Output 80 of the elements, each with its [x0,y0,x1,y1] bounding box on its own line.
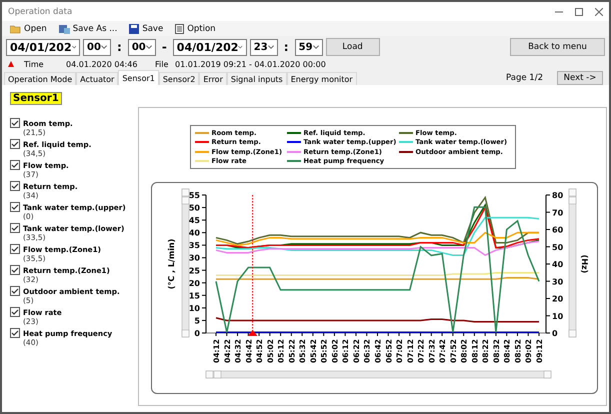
tab[interactable]: Actuator [76,72,118,85]
date-dropdown[interactable]: 04/01/202 [172,38,247,56]
caret-icon [100,45,107,49]
tick-label: 30 [188,254,200,263]
toolbar-button[interactable]: Save As ... [56,24,120,34]
next-button[interactable]: Next -> [557,70,603,84]
document-icon [175,24,184,34]
section-title: Sensor1 [10,92,62,105]
date-dropdown[interactable]: 04/01/202 [6,38,80,56]
tick-label: 70 [552,208,564,218]
info-value: 04.01.2020 04:46 [66,60,138,68]
tick-label: 40 [552,260,564,269]
toolbar-button[interactable]: Option [173,24,218,34]
window-title: Operation data [8,6,72,16]
tick-label: 60 [552,226,564,234]
caret-icon [268,45,274,49]
separator-text: : [282,40,290,54]
tick-label: 55 [188,191,200,200]
minute-dropdown[interactable]: 59 [294,38,323,56]
caret-icon [312,45,319,49]
checkbox[interactable] [10,265,20,275]
maximize-icon[interactable] [575,8,583,16]
checkbox[interactable] [10,223,20,233]
tab[interactable]: Error [199,72,227,85]
scrollbar[interactable] [182,188,190,338]
checkbox[interactable] [10,160,20,170]
tick-label: 80 [552,191,564,200]
tick-label: 40 [188,228,200,238]
axis-title: (°C , L/min) [167,238,176,290]
caret-icon [146,45,152,49]
checkbox[interactable] [10,118,20,128]
scrollbar[interactable] [568,188,576,338]
tick-label: 20 [552,294,564,304]
time-cursor[interactable] [248,194,258,336]
tick-label: 5 [194,316,200,326]
toolbar-button[interactable]: Save [127,24,166,34]
scrollbar[interactable] [206,370,552,378]
tab[interactable]: Energy monitor [286,72,357,85]
floppy-icon [129,24,140,34]
checkbox[interactable] [10,181,20,191]
tick-label: 30 [552,277,564,286]
tick-label: 10 [552,312,564,321]
tab[interactable]: Operation Mode [4,72,76,85]
tick-label: 50 [188,204,200,213]
info-value: 01.01.2019 09:21 - 04.01.2020 00:00 [175,60,327,68]
close-icon[interactable] [595,8,603,16]
tick-label: 35 [188,241,200,250]
tick-label: 25 [188,266,200,276]
axis-title: (Hz) [580,254,589,274]
hour-dropdown[interactable]: 23 [250,38,278,56]
load-button[interactable]: Load [326,38,380,56]
checkbox[interactable] [10,139,20,149]
tick-label: 0 [552,329,558,338]
tick-label: 45 [188,216,200,226]
checkbox[interactable] [10,328,20,338]
info-label: File [155,60,170,68]
checkbox[interactable] [10,286,20,296]
tick-label: 0 [194,329,200,338]
minute-dropdown[interactable]: 00 [128,38,156,56]
tab[interactable]: Sensor2 [158,72,200,85]
hour-dropdown[interactable]: 00 [83,38,111,56]
toolbar-button[interactable]: Open [8,24,49,34]
checkbox[interactable] [10,307,20,317]
checkbox[interactable] [10,202,20,212]
tab[interactable]: Signal inputs [226,72,287,85]
tab[interactable]: Sensor1 [118,70,159,85]
caret-icon [72,45,76,49]
checkbox[interactable] [10,244,20,254]
separator-text: : [116,40,123,54]
folder-icon [10,24,21,34]
triangle-icon [8,61,14,67]
tick-label: 15 [188,291,200,300]
caret-icon [238,45,243,49]
tick-label: 50 [552,242,564,252]
tick-label: 10 [188,304,200,313]
page-indicator: Page 1/2 [506,72,543,82]
separator-text: - [160,40,168,54]
back-button[interactable]: Back to menu [510,38,605,56]
tick-label: 20 [188,278,200,288]
info-label: Time [24,60,45,68]
